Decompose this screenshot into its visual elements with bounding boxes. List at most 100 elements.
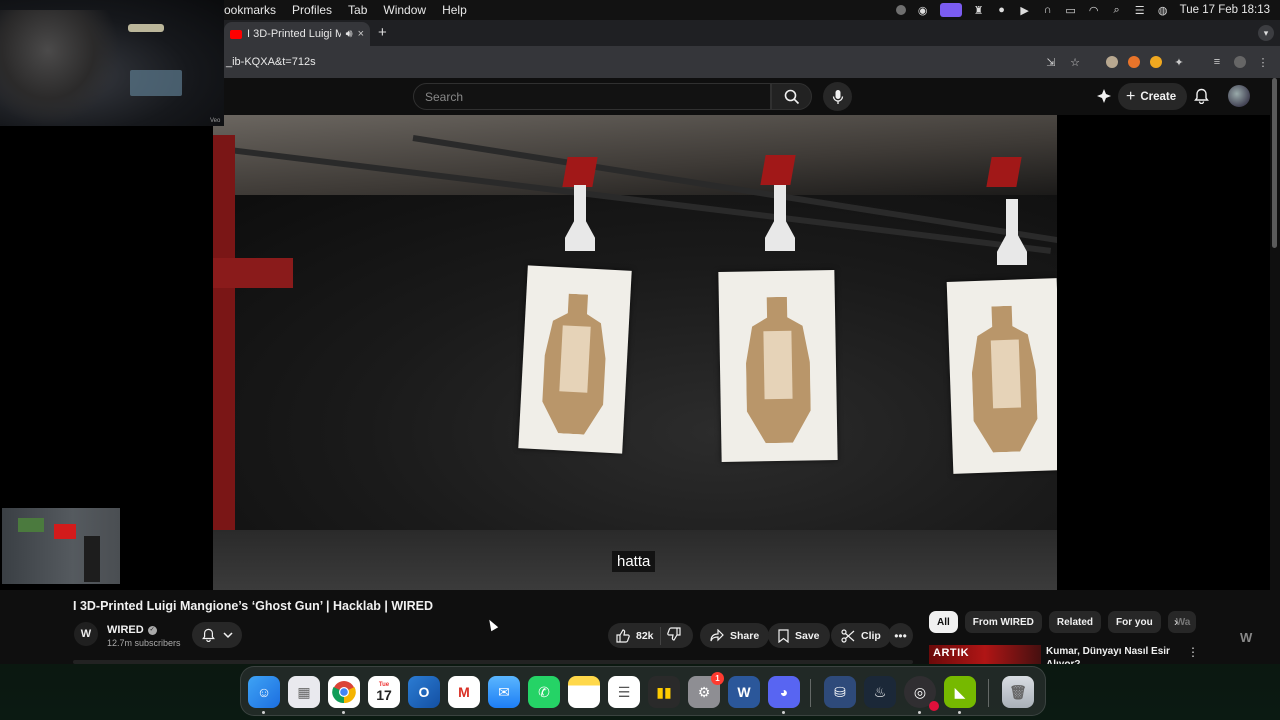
gemini-sparkle-icon[interactable] <box>1095 87 1113 105</box>
browser-menu-icon[interactable]: ⋮ <box>1256 55 1270 69</box>
like-button[interactable]: 82k <box>616 628 654 643</box>
paper-target <box>518 265 632 454</box>
recommended-thumbnail[interactable]: ARTIK <box>929 645 1041 664</box>
play-circle-icon[interactable]: ▶ <box>1019 4 1031 17</box>
chip-from-wired[interactable]: From WIRED <box>964 611 1042 633</box>
url-field[interactable]: _ib-KQXA&t=712s <box>226 56 316 68</box>
speaker-icon[interactable]: 🔊︎ <box>346 28 353 41</box>
bookmark-star-icon[interactable]: ☆ <box>1068 55 1082 69</box>
save-button[interactable]: Save <box>768 623 830 648</box>
dock-running-dot <box>342 711 345 714</box>
tab-title: I 3D-Printed Luigi Mangio <box>247 28 341 40</box>
related-chips: All From WIRED Related For you Wa <box>929 611 1196 633</box>
extensions-puzzle-icon[interactable]: ✦ <box>1172 55 1186 69</box>
record-status-icon[interactable] <box>895 5 906 15</box>
more-horizontal-icon: ••• <box>894 628 907 643</box>
extension-icon-2[interactable] <box>1128 56 1140 68</box>
whatsapp-icon[interactable]: ✆ <box>528 676 560 708</box>
gmail-icon[interactable]: M <box>448 676 480 708</box>
nvidia-geforce-icon[interactable]: ◣ <box>944 676 976 708</box>
recommended-menu-icon[interactable]: ⋮ <box>1187 645 1199 659</box>
like-divider <box>659 626 661 645</box>
save-label: Save <box>795 629 820 642</box>
more-actions-button[interactable]: ••• <box>888 623 913 648</box>
extension-icon-3[interactable] <box>1150 56 1162 68</box>
battery-icon[interactable]: ▭ <box>1065 4 1077 17</box>
calendar-icon[interactable]: Tue 17 <box>368 676 400 708</box>
account-avatar[interactable] <box>1228 85 1250 107</box>
tab-close-button[interactable]: × <box>358 28 364 40</box>
profile-icon[interactable] <box>1234 56 1246 68</box>
word-icon[interactable]: W <box>728 676 760 708</box>
disk-utility-icon[interactable]: ⛁ <box>824 676 856 708</box>
bookmark-icon <box>778 628 789 643</box>
siri-icon[interactable]: ◍ <box>1157 4 1169 17</box>
screen-share-icon[interactable] <box>939 3 962 17</box>
notifications-bell-icon[interactable] <box>1192 87 1210 105</box>
voice-search-button[interactable] <box>823 82 852 111</box>
video-title: I 3D-Printed Luigi Mangione’s ‘Ghost Gun… <box>73 599 434 613</box>
paper-target <box>946 278 1057 474</box>
new-tab-button[interactable]: + <box>378 24 387 41</box>
search-button[interactable] <box>771 83 812 110</box>
chip-related[interactable]: Related <box>1048 611 1102 633</box>
share-button[interactable]: Share <box>700 623 770 648</box>
obs-studio-icon[interactable]: ◎ <box>904 676 939 711</box>
spotify-icon[interactable]: ● <box>996 4 1008 16</box>
system-settings-icon[interactable]: ⚙ 1 <box>688 672 724 708</box>
pip-green-flag <box>18 518 44 532</box>
target-clamp <box>986 157 1022 187</box>
channel-avatar[interactable]: W <box>74 622 98 646</box>
tab-youtube[interactable]: I 3D-Printed Luigi Mangio 🔊︎ × <box>224 22 370 46</box>
menu-tab[interactable]: Tab <box>348 3 367 17</box>
reading-list-icon[interactable]: ≡ <box>1210 55 1224 69</box>
chip-watched[interactable]: Wa <box>1167 611 1196 633</box>
chip-for-you[interactable]: For you <box>1108 611 1161 633</box>
launchpad-icon[interactable]: ▦ <box>288 676 320 708</box>
subscription-bell-button[interactable] <box>192 622 242 648</box>
steam-icon[interactable]: ♨ <box>864 676 896 708</box>
install-app-icon[interactable]: ⇲ <box>1044 55 1058 69</box>
video-frame-bar <box>213 258 293 288</box>
wifi-icon[interactable]: ◠ <box>1088 4 1100 17</box>
menu-window[interactable]: Window <box>383 3 426 17</box>
channel-name[interactable]: WIRED ✓ <box>107 624 157 636</box>
notes-icon[interactable] <box>568 676 600 708</box>
dock-separator <box>810 679 811 707</box>
create-button[interactable]: + Create <box>1118 83 1188 110</box>
toolbar-icons: ⇲ ☆ ✦ ≡ ⋮ <box>1044 55 1270 69</box>
search-input[interactable] <box>425 89 770 104</box>
like-count: 82k <box>636 629 654 642</box>
obs-icon[interactable]: ◉ <box>917 4 929 17</box>
dislike-button[interactable] <box>666 627 681 644</box>
numbers-icon[interactable]: ▮▮ <box>648 676 680 708</box>
recommended-title[interactable]: Kumar, Dünyayı Nasıl Esir Alıyor? <box>1046 645 1176 664</box>
browser-addressbar: _ib-KQXA&t=712s ⇲ ☆ ✦ ≡ ⋮ <box>224 46 1280 78</box>
chrome-icon[interactable] <box>328 676 360 708</box>
search-icon[interactable]: ⌕ <box>1111 4 1123 16</box>
menu-bookmarks[interactable]: ookmarks <box>224 3 276 17</box>
discord-icon[interactable]: ◕ <box>768 676 800 708</box>
reminders-icon[interactable]: ☰ <box>608 676 640 708</box>
finder-icon[interactable]: ☺ <box>248 676 280 708</box>
tab-search-chevron-icon[interactable]: ▾ <box>1258 25 1274 41</box>
chip-all[interactable]: All <box>929 611 958 633</box>
menubar-clock[interactable]: Tue 17 Feb 18:13 <box>1180 4 1270 16</box>
control-center-icon[interactable]: ☰ <box>1134 4 1146 17</box>
video-player[interactable] <box>213 115 1057 590</box>
outlook-icon[interactable]: O <box>408 676 440 708</box>
bottle-icon[interactable]: ♜ <box>973 4 985 17</box>
chevron-right-icon[interactable]: › <box>1174 615 1178 629</box>
subscriber-count: 12.7m subscribers <box>107 638 181 648</box>
mail-icon[interactable]: ✉ <box>488 676 520 708</box>
search-box[interactable] <box>413 83 771 110</box>
dock-running-dot <box>918 711 921 714</box>
menu-help[interactable]: Help <box>442 3 467 17</box>
extension-icon-1[interactable] <box>1106 56 1118 68</box>
browser-tabbar: I 3D-Printed Luigi Mangio 🔊︎ × + ▾ <box>224 20 1280 46</box>
clip-button[interactable]: Clip <box>831 623 891 648</box>
trash-icon[interactable]: 🗑︎ <box>1002 676 1034 708</box>
wired-watermark-icon: W <box>1240 630 1253 645</box>
headphones-icon[interactable]: ∩ <box>1042 4 1054 16</box>
menu-profiles[interactable]: Profiles <box>292 3 332 17</box>
